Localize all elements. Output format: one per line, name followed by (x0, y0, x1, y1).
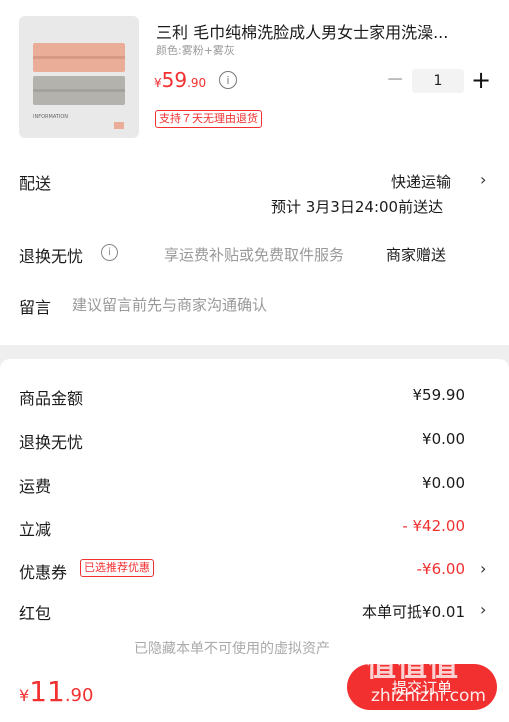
total-decimal: .90 (64, 685, 94, 706)
delivery-estimate: 预计 3月3日24:00前送达 (271, 198, 444, 216)
summary-value-worry-free: ¥0.00 (422, 430, 465, 448)
summary-label-goods: 商品金额 (19, 389, 84, 408)
thumbnail-caption: INFORMATION (33, 114, 69, 120)
watermark-url: zhizhizhi.com (371, 686, 486, 706)
product-spec[interactable]: 颜色:雾粉+雾灰 (156, 42, 235, 58)
summary-label-red-packet[interactable]: 红包 (19, 600, 51, 624)
total-price: ¥11.90 (19, 675, 93, 708)
price-integer: 59 (161, 68, 188, 92)
coupon-selected-badge[interactable]: 已选推荐优惠 (80, 559, 154, 577)
quantity-input[interactable]: 1 (412, 69, 464, 93)
product-price: ¥59.90 (154, 68, 206, 92)
product-thumbnail[interactable]: INFORMATION (19, 16, 139, 138)
summary-value-shipping: ¥0.00 (422, 474, 465, 492)
delivery-method[interactable]: 快递运输 (391, 171, 451, 192)
summary-value-red-packet[interactable]: 本单可抵¥0.01 (362, 601, 465, 622)
quantity-decrease-button[interactable]: − (386, 68, 404, 92)
price-info-icon[interactable]: i (219, 71, 237, 89)
worry-free-gift: 商家赠送 (386, 246, 447, 264)
worry-free-desc: 享运费补贴或免费取件服务 (164, 246, 345, 264)
hidden-assets-note: 已隐藏本单不可使用的虚拟资产 (134, 641, 330, 657)
summary-label-worry-free: 退换无忧 (19, 433, 84, 452)
price-decimal: .90 (187, 76, 207, 90)
message-input[interactable]: 建议留言前先与商家沟通确认 (72, 294, 267, 315)
delivery-label: 配送 (19, 174, 52, 193)
total-integer: 11 (29, 675, 65, 708)
summary-label-shipping: 运费 (19, 477, 52, 496)
summary-label-coupon[interactable]: 优惠券 (19, 559, 67, 583)
coupon-chevron-icon[interactable]: › (480, 559, 486, 578)
product-title[interactable]: 三利 毛巾纯棉洗脸成人男女士家用洗澡... (156, 19, 486, 43)
total-currency: ¥ (19, 686, 30, 705)
order-item-card: INFORMATION 三利 毛巾纯棉洗脸成人男女士家用洗澡... 颜色:雾粉+… (0, 0, 509, 345)
worry-free-label: 退换无忧 (19, 247, 84, 266)
red-packet-chevron-icon[interactable]: › (480, 600, 486, 619)
price-currency: ¥ (154, 76, 162, 90)
message-label: 留言 (19, 298, 52, 317)
towel-gray-image (33, 76, 125, 105)
summary-value-discount: - ¥42.00 (402, 517, 465, 535)
watermark-logo: 值值值 (366, 649, 459, 684)
summary-value-coupon[interactable]: -¥6.00 (417, 560, 465, 578)
worry-free-info-icon[interactable]: i (101, 244, 118, 261)
thumbnail-tag (114, 122, 124, 129)
return-policy-badge: 支持７天无理由退货 (155, 110, 262, 128)
summary-label-discount: 立减 (19, 520, 52, 539)
summary-value-goods: ¥59.90 (412, 386, 466, 404)
delivery-chevron-icon[interactable]: › (480, 170, 486, 189)
quantity-increase-button[interactable]: + (471, 66, 491, 94)
towel-pink-image (33, 43, 125, 72)
